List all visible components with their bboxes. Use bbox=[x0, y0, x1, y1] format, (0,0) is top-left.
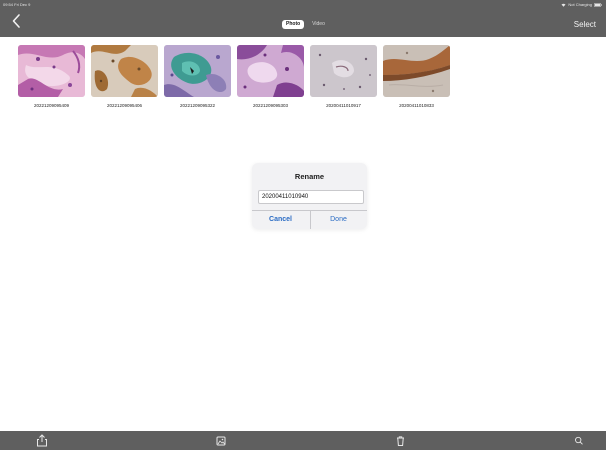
tab-photo[interactable]: Photo bbox=[282, 19, 305, 29]
photo-image bbox=[18, 45, 85, 97]
status-right-group: Not Charging bbox=[561, 2, 602, 7]
search-icon[interactable] bbox=[574, 434, 584, 452]
photo-filename: 20200411010917 bbox=[326, 103, 361, 108]
share-icon[interactable] bbox=[36, 434, 48, 452]
photo-thumbnail[interactable]: 20221209095406 bbox=[91, 45, 158, 109]
photo-thumbnail[interactable]: 20221209095322 bbox=[164, 45, 231, 109]
status-time-date: 09:54 Fri Dec 9 bbox=[3, 2, 31, 7]
photo-image bbox=[237, 45, 304, 97]
photo-image bbox=[164, 45, 231, 97]
photo-filename: 20221209095409 bbox=[33, 103, 70, 108]
photo-thumbnail[interactable]: 20200411010833 bbox=[383, 45, 450, 109]
photo-image bbox=[91, 45, 158, 97]
photo-thumbnail[interactable]: 20221209095409 bbox=[18, 45, 85, 109]
photo-image bbox=[383, 45, 450, 97]
photo-image bbox=[310, 45, 377, 97]
photo-filename: 20221209095406 bbox=[106, 103, 143, 108]
rename-dialog: Rename 20200411010940 Cancel Done bbox=[252, 163, 367, 229]
chevron-left-icon bbox=[12, 14, 20, 28]
wifi-icon bbox=[561, 3, 566, 7]
dialog-title: Rename bbox=[294, 172, 325, 181]
cancel-button[interactable]: Cancel bbox=[252, 210, 309, 229]
battery-status-text: Not Charging bbox=[568, 2, 592, 7]
image-add-icon[interactable] bbox=[216, 434, 226, 452]
photo-filename: 20221209095303 bbox=[252, 103, 289, 108]
bottom-toolbar bbox=[0, 431, 606, 450]
photo-filename: 20200411010833 bbox=[399, 103, 434, 108]
photo-thumbnail[interactable]: 20221209095303 bbox=[237, 45, 304, 109]
photo-thumbnail[interactable]: 20200411010917 bbox=[310, 45, 377, 109]
back-button[interactable] bbox=[10, 12, 24, 30]
battery-icon bbox=[594, 2, 602, 7]
photo-video-segmented-control: Photo Video bbox=[282, 18, 329, 30]
tab-video[interactable]: Video bbox=[308, 20, 329, 29]
rename-input[interactable]: 20200411010940 bbox=[258, 190, 364, 204]
done-button[interactable]: Done bbox=[310, 210, 367, 229]
select-button[interactable]: Select bbox=[574, 20, 596, 29]
top-bar: 09:54 Fri Dec 9 Not Charging Photo Video… bbox=[0, 0, 606, 37]
photo-grid: 20221209095409 20221209095406 2022120909… bbox=[18, 45, 450, 109]
photo-filename: 20221209095322 bbox=[179, 103, 216, 108]
trash-icon[interactable] bbox=[396, 434, 405, 452]
